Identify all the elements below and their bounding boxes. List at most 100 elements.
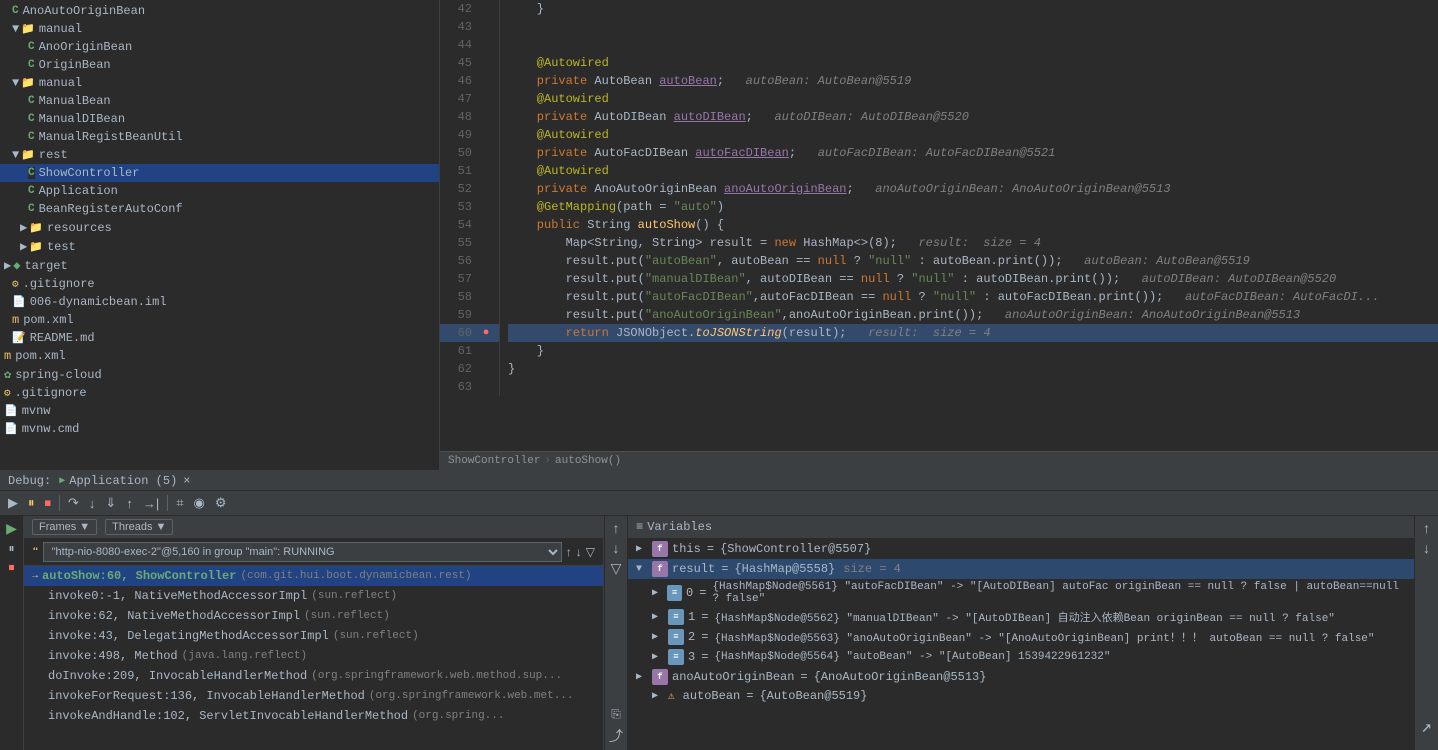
debug-app-label: Application (5): [69, 474, 177, 488]
tree-item-manual1[interactable]: ▼ 📁 manual: [0, 20, 439, 38]
toolbar-sep1: [59, 495, 60, 511]
step-out-btn[interactable]: ↑: [122, 494, 137, 513]
var-eq-0: =: [699, 586, 706, 600]
tree-item-readme[interactable]: 📝 README.md: [0, 329, 439, 347]
threads-btn[interactable]: Threads ▼: [105, 519, 173, 535]
var-result-3[interactable]: ▶ ≡ 3 = {HashMap$Node@5564} "autoBean" -…: [628, 647, 1414, 667]
restore-frames-btn[interactable]: ↑: [613, 520, 620, 536]
frames-btn[interactable]: Frames ▼: [32, 519, 97, 535]
tree-item-resources[interactable]: ▶ 📁 resources: [0, 218, 439, 237]
tree-item-mvnw-cmd[interactable]: 📄 mvnw.cmd: [0, 420, 439, 438]
tree-item-showcontroller[interactable]: C ShowController: [0, 164, 439, 182]
var-expand-this[interactable]: ▶: [636, 543, 648, 555]
var-this[interactable]: ▶ f this = {ShowController@5507}: [628, 539, 1414, 559]
stop-btn[interactable]: ⏹: [41, 493, 56, 513]
var-autobean[interactable]: ▶ ⚠ autoBean = {AutoBean@5519}: [628, 687, 1414, 705]
tree-item-manual2[interactable]: ▼ 📁 manual: [0, 74, 439, 92]
line-num-52: 52: [440, 180, 476, 198]
thread-up-btn[interactable]: ↑: [566, 545, 572, 559]
var-expand-3[interactable]: ▶: [652, 651, 664, 663]
gutter-45: [476, 54, 496, 72]
stop-side-btn[interactable]: ⏹: [6, 558, 16, 577]
frame-method-3: invoke:43, DelegatingMethodAccessorImpl: [48, 629, 329, 643]
frame-item-5[interactable]: doInvoke:209, InvocableHandlerMethod (or…: [24, 666, 603, 686]
step-into-btn[interactable]: ↓: [85, 494, 100, 513]
tree-item-anaautooriginbean[interactable]: C AnoAutoOriginBean: [0, 2, 439, 20]
tree-item-rest[interactable]: ▼ 📁 rest: [0, 146, 439, 164]
tree-item-gitignore1[interactable]: ⚙ .gitignore: [0, 275, 439, 293]
var-expand-2[interactable]: ▶: [652, 631, 664, 643]
var-expand-ano[interactable]: ▶: [636, 671, 648, 683]
code-line-60: return JSONObject.toJSONString(result); …: [508, 324, 1438, 342]
line-num-54: 54: [440, 216, 476, 234]
frame-method-1: invoke0:-1, NativeMethodAccessorImpl: [48, 589, 307, 603]
threads-label: Threads: [112, 521, 152, 533]
var-expand-autobean[interactable]: ▶: [652, 690, 664, 702]
force-step-into-btn[interactable]: ⇓: [101, 493, 120, 513]
debug-app-tab[interactable]: ▶ Application (5) ×: [59, 474, 190, 488]
collapse-frames-btn[interactable]: ↓: [613, 540, 620, 556]
tree-item-label: BeanRegisterAutoConf: [39, 202, 183, 216]
pause-btn[interactable]: ⏸: [24, 493, 39, 513]
var-name-2: 2: [688, 630, 695, 644]
tree-item-mvnw[interactable]: 📄 mvnw: [0, 402, 439, 420]
restore-vars-btn[interactable]: ↑: [1423, 520, 1430, 536]
tree-item-application[interactable]: C Application: [0, 182, 439, 200]
frame-item-2[interactable]: invoke:62, NativeMethodAccessorImpl (sun…: [24, 606, 603, 626]
tree-item-gitignore2[interactable]: ⚙ .gitignore: [0, 384, 439, 402]
tree-item-beanregisterautoconf[interactable]: C BeanRegisterAutoConf: [0, 200, 439, 218]
code-line-58: result.put("autoFacDIBean",autoFacDIBean…: [508, 288, 1438, 306]
export-frames-btn[interactable]: ⤴: [609, 726, 623, 746]
tree-item-originbean[interactable]: C OriginBean: [0, 56, 439, 74]
tree-item-manualdibean[interactable]: C ManualDIBean: [0, 110, 439, 128]
var-result-2[interactable]: ▶ ≡ 2 = {HashMap$Node@5563} "anoAutoOrig…: [628, 627, 1414, 647]
collapse-vars-btn[interactable]: ↓: [1423, 540, 1430, 556]
frame-item-3[interactable]: invoke:43, DelegatingMethodAccessorImpl …: [24, 626, 603, 646]
gutter-56: [476, 252, 496, 270]
frame-item-6[interactable]: invokeForRequest:136, InvocableHandlerMe…: [24, 686, 603, 706]
resume-side-btn[interactable]: ▶: [4, 518, 19, 539]
tree-item-pom1[interactable]: m pom.xml: [0, 311, 439, 329]
frame-item-7[interactable]: invokeAndHandle:102, ServletInvocableHan…: [24, 706, 603, 726]
mute-btn[interactable]: ◉: [190, 493, 209, 513]
thread-dropdown[interactable]: "http-nio-8080-exec-2"@5,160 in group "m…: [43, 542, 562, 562]
evaluate-btn[interactable]: ⌗: [172, 493, 187, 513]
var-result-1[interactable]: ▶ ≡ 1 = {HashMap$Node@5562} "manualDIBea…: [628, 607, 1414, 627]
filter-frames-btn[interactable]: ▽: [611, 560, 622, 577]
resume-btn[interactable]: ▶: [4, 493, 22, 513]
var-expand-1[interactable]: ▶: [652, 611, 664, 623]
variables-icon: ≡: [636, 520, 643, 534]
code-line-47: @Autowired: [508, 90, 1438, 108]
tree-item-target[interactable]: ▶ ◆ target: [0, 256, 439, 275]
gutter-57: [476, 270, 496, 288]
run-to-cursor-btn[interactable]: →|: [139, 494, 163, 513]
line-num-53: 53: [440, 198, 476, 216]
file-icon3: 📄: [4, 422, 18, 436]
frame-method-4: invoke:498, Method: [48, 649, 178, 663]
settings-btn[interactable]: ⚙: [211, 493, 231, 513]
tree-item-anooriginbean[interactable]: C AnoOriginBean: [0, 38, 439, 56]
tree-item-manualbean[interactable]: C ManualBean: [0, 92, 439, 110]
tree-item-pom2[interactable]: m pom.xml: [0, 347, 439, 365]
thread-filter-btn[interactable]: ▽: [586, 545, 595, 559]
frame-item-4[interactable]: invoke:498, Method (java.lang.reflect): [24, 646, 603, 666]
step-over-btn[interactable]: ↷: [64, 493, 83, 513]
pause-side-btn[interactable]: ⏸: [6, 539, 16, 558]
var-result[interactable]: ▼ f result = {HashMap@5558} size = 4: [628, 559, 1414, 579]
var-expand-0[interactable]: ▶: [652, 587, 663, 599]
tree-item-spring-cloud[interactable]: ✿ spring-cloud: [0, 365, 439, 384]
tree-item-manualregistbeanutil[interactable]: C ManualRegistBeanUtil: [0, 128, 439, 146]
thread-down-btn[interactable]: ↓: [576, 545, 582, 559]
var-anoautooriginbean[interactable]: ▶ f anoAutoOriginBean = {AnoAutoOriginBe…: [628, 667, 1414, 687]
frame-item-0[interactable]: → autoShow:60, ShowController (com.git.h…: [24, 566, 603, 586]
debug-close-btn[interactable]: ×: [183, 474, 190, 488]
var-result-0[interactable]: ▶ ≡ 0 = {HashMap$Node@5561} "autoFacDIBe…: [628, 579, 1414, 607]
code-line-43: [508, 18, 1438, 36]
frame-method-5: doInvoke:209, InvocableHandlerMethod: [48, 669, 307, 683]
var-expand-result[interactable]: ▼: [636, 564, 648, 575]
tree-item-iml[interactable]: 📄 006-dynamicbean.iml: [0, 293, 439, 311]
copy-frames-btn[interactable]: ⎘: [611, 707, 621, 722]
var-name-3: 3: [688, 650, 695, 664]
frame-item-1[interactable]: invoke0:-1, NativeMethodAccessorImpl (su…: [24, 586, 603, 606]
tree-item-test[interactable]: ▶ 📁 test: [0, 237, 439, 256]
